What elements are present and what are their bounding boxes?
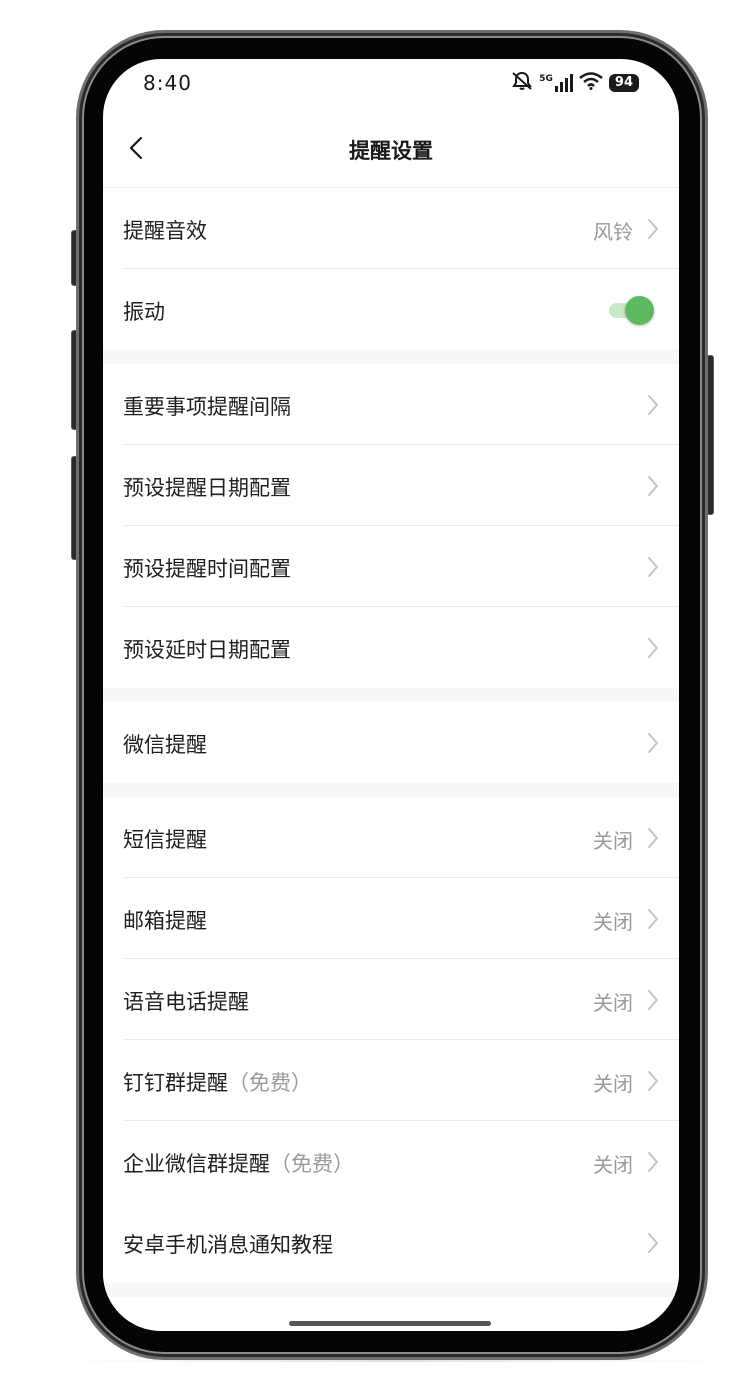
chevron-right-icon bbox=[648, 557, 658, 577]
setting-label: 安卓手机消息通知教程 bbox=[123, 1233, 333, 1257]
setting-label: 语音电话提醒 bbox=[123, 990, 249, 1014]
chevron-right-icon bbox=[648, 828, 658, 848]
setting-label-note: （免费） bbox=[270, 1152, 354, 1176]
section-gap bbox=[103, 1283, 679, 1297]
setting-important-interval[interactable]: 重要事项提醒间隔 bbox=[103, 364, 679, 445]
floor-shadow bbox=[60, 1360, 730, 1362]
chevron-right-icon bbox=[648, 1152, 658, 1172]
setting-value: 关闭 bbox=[593, 910, 633, 934]
setting-alert-sound[interactable]: 提醒音效 风铃 bbox=[103, 188, 679, 269]
setting-value: 关闭 bbox=[593, 1153, 633, 1177]
setting-preset-time[interactable]: 预设提醒时间配置 bbox=[103, 526, 679, 607]
setting-label: 预设延时日期配置 bbox=[123, 638, 291, 662]
setting-value: 风铃 bbox=[593, 220, 633, 244]
setting-voice-call-reminder[interactable]: 语音电话提醒 关闭 bbox=[103, 959, 679, 1040]
setting-label: 预设提醒日期配置 bbox=[123, 476, 291, 500]
chevron-right-icon bbox=[648, 395, 658, 415]
setting-label: 提醒音效 bbox=[123, 219, 207, 243]
setting-label: 预设提醒时间配置 bbox=[123, 557, 291, 581]
setting-value: 关闭 bbox=[593, 991, 633, 1015]
setting-label-text: 钉钉群提醒 bbox=[123, 1071, 228, 1095]
status-time: 8:40 bbox=[143, 71, 192, 95]
chevron-right-icon bbox=[648, 476, 658, 496]
setting-preset-date[interactable]: 预设提醒日期配置 bbox=[103, 445, 679, 526]
setting-vibration: 振动 bbox=[103, 269, 679, 350]
page-title: 提醒设置 bbox=[349, 139, 433, 163]
network-label: 5G bbox=[539, 74, 553, 84]
setting-label: 短信提醒 bbox=[123, 828, 207, 852]
chevron-right-icon bbox=[648, 1071, 658, 1091]
setting-label-text: 企业微信群提醒 bbox=[123, 1152, 270, 1176]
status-icons: 5G 94 bbox=[511, 71, 639, 95]
setting-label: 企业微信群提醒（免费） bbox=[123, 1148, 354, 1178]
chevron-right-icon bbox=[648, 990, 658, 1010]
wifi-icon bbox=[579, 72, 603, 94]
section-gap bbox=[103, 688, 679, 702]
battery-indicator: 94 bbox=[608, 74, 639, 92]
vibration-toggle[interactable] bbox=[609, 296, 655, 325]
setting-label: 钉钉群提醒（免费） bbox=[123, 1067, 312, 1097]
setting-label: 邮箱提醒 bbox=[123, 909, 207, 933]
setting-wecom-group-reminder[interactable]: 企业微信群提醒（免费） 关闭 bbox=[103, 1121, 679, 1202]
chevron-right-icon bbox=[648, 1233, 658, 1253]
setting-wechat-reminder[interactable]: 微信提醒 bbox=[103, 702, 679, 783]
chevron-right-icon bbox=[648, 638, 658, 658]
setting-label: 微信提醒 bbox=[123, 733, 207, 757]
cellular-signal-icon: 5G bbox=[539, 74, 573, 92]
setting-label-note: （免费） bbox=[228, 1071, 312, 1095]
setting-value: 关闭 bbox=[593, 829, 633, 853]
bell-muted-icon bbox=[511, 71, 533, 95]
chevron-right-icon bbox=[648, 219, 658, 239]
setting-android-notification-tutorial[interactable]: 安卓手机消息通知教程 bbox=[103, 1202, 679, 1283]
setting-dingtalk-group-reminder[interactable]: 钉钉群提醒（免费） 关闭 bbox=[103, 1040, 679, 1121]
home-indicator[interactable] bbox=[289, 1321, 491, 1326]
setting-label: 振动 bbox=[123, 300, 165, 324]
settings-list: 提醒音效 风铃 振动 重要事项提醒间隔 预设提醒日期配置 预设提醒时间配置 预设… bbox=[103, 188, 679, 1297]
chevron-right-icon bbox=[648, 733, 658, 753]
chevron-right-icon bbox=[648, 909, 658, 929]
section-gap bbox=[103, 783, 679, 797]
setting-preset-delay-date[interactable]: 预设延时日期配置 bbox=[103, 607, 679, 688]
setting-email-reminder[interactable]: 邮箱提醒 关闭 bbox=[103, 878, 679, 959]
status-bar: 8:40 5G 94 bbox=[103, 59, 679, 107]
setting-sms-reminder[interactable]: 短信提醒 关闭 bbox=[103, 797, 679, 878]
setting-value: 关闭 bbox=[593, 1072, 633, 1096]
setting-label: 重要事项提醒间隔 bbox=[123, 395, 291, 419]
navigation-bar: 提醒设置 bbox=[103, 107, 679, 188]
phone-screen: 8:40 5G 94 提醒设置 提醒音效 风铃 振动 重要事项提醒间隔 预设提醒… bbox=[103, 59, 679, 1331]
section-gap bbox=[103, 350, 679, 364]
toggle-knob bbox=[625, 296, 654, 325]
